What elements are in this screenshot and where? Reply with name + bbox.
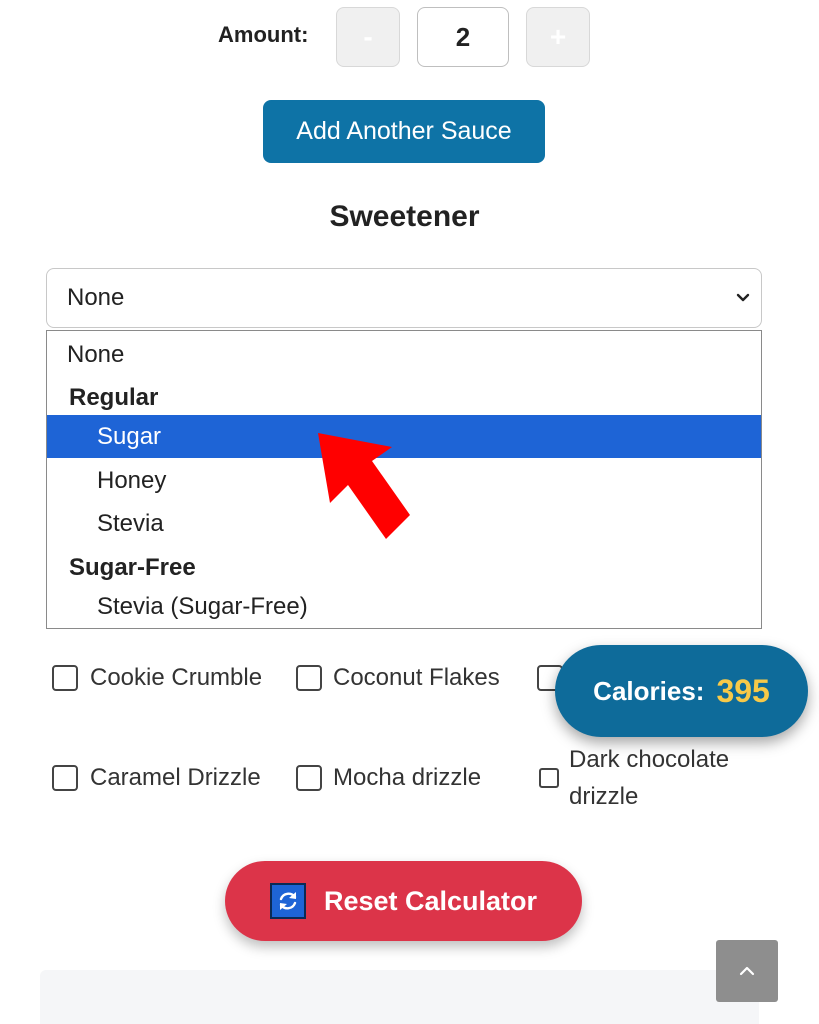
mocha-drizzle-label: Mocha drizzle xyxy=(333,764,482,791)
cookie-crumble-label: Cookie Crumble xyxy=(90,664,263,691)
optgroup-sugar-free: Sugar-Free xyxy=(69,553,196,581)
calories-label: Calories: xyxy=(593,675,705,706)
coconut-flakes-label: Coconut Flakes xyxy=(333,664,500,691)
increase-amount-button[interactable]: + xyxy=(526,7,590,67)
calories-value: 395 xyxy=(716,672,770,709)
decrease-amount-button[interactable]: - xyxy=(336,7,400,67)
reset-calculator-label: Reset Calculator xyxy=(323,885,538,916)
chevron-up-icon xyxy=(739,966,755,976)
cookie-crumble-checkbox[interactable] xyxy=(52,665,78,691)
dark-chocolate-drizzle-checkbox[interactable] xyxy=(539,768,559,788)
sweetener-select[interactable]: None xyxy=(46,268,762,328)
option-none[interactable]: None xyxy=(47,333,761,376)
caramel-drizzle-label: Caramel Drizzle xyxy=(90,764,261,791)
calculator-page: Amount: - 2 + Add Another Sauce Sweetene… xyxy=(0,0,819,1024)
sweetener-heading: Sweetener xyxy=(329,200,480,233)
red-arrow-pointer-icon xyxy=(318,433,410,539)
option-stevia-sugar-free[interactable]: Stevia (Sugar-Free) xyxy=(47,585,761,628)
refresh-icon xyxy=(269,883,306,919)
chevron-down-icon xyxy=(736,293,750,302)
amount-label: Amount: xyxy=(218,22,309,47)
calories-badge: Calories: 395 xyxy=(555,645,808,737)
dark-chocolate-drizzle-label: Dark chocolate drizzle xyxy=(569,746,730,810)
coconut-flakes-checkbox[interactable] xyxy=(296,665,322,691)
reset-calculator-button[interactable]: Reset Calculator xyxy=(225,861,582,941)
results-panel xyxy=(40,970,759,1024)
back-to-top-button[interactable] xyxy=(716,940,778,1002)
mocha-drizzle-checkbox[interactable] xyxy=(296,765,322,791)
add-another-sauce-button[interactable]: Add Another Sauce xyxy=(263,100,545,163)
caramel-drizzle-checkbox[interactable] xyxy=(52,765,78,791)
optgroup-regular: Regular xyxy=(69,383,159,411)
sweetener-selected-value: None xyxy=(67,284,125,311)
amount-input[interactable]: 2 xyxy=(417,7,509,67)
